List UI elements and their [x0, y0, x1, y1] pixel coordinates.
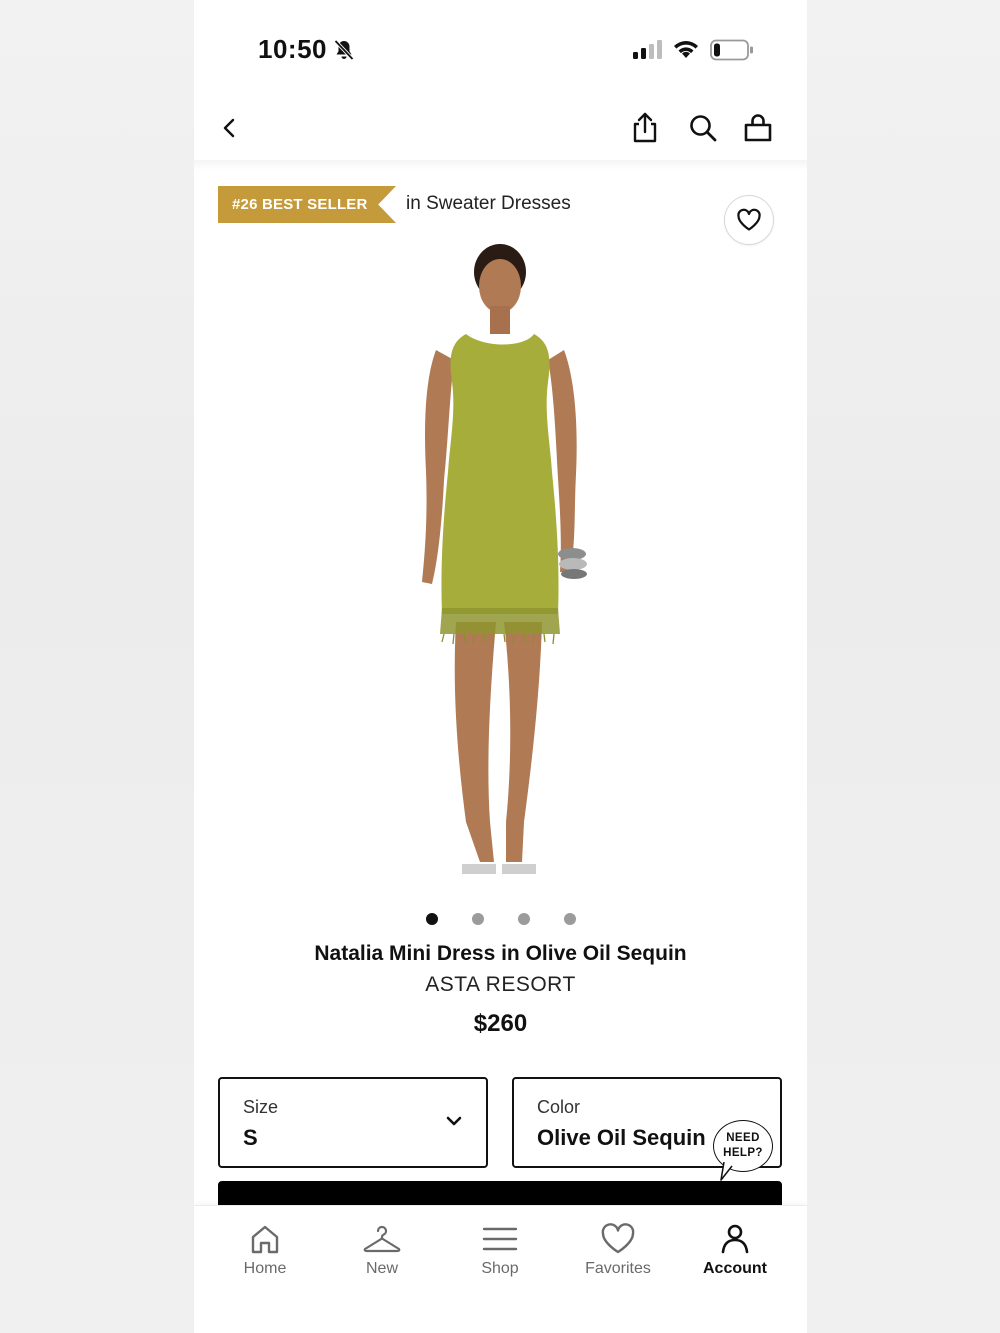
bell-muted-icon	[334, 39, 354, 61]
share-button[interactable]	[625, 108, 665, 148]
wifi-icon	[674, 41, 698, 58]
need-help-line2: HELP?	[723, 1147, 763, 1159]
bag-button[interactable]	[738, 108, 778, 148]
heart-icon	[737, 208, 761, 231]
image-carousel-dots	[426, 913, 576, 925]
size-selector[interactable]: Size S	[218, 1077, 488, 1168]
status-time: 10:50	[258, 34, 327, 64]
background-left	[0, 0, 194, 1333]
nav-divider	[194, 160, 807, 170]
color-label: Color	[537, 1097, 581, 1117]
back-button[interactable]	[210, 108, 250, 148]
tab-home-label: Home	[243, 1260, 287, 1277]
carousel-dot[interactable]	[472, 913, 484, 925]
product-image[interactable]	[344, 242, 654, 897]
speech-bubble-tail-icon	[720, 1162, 733, 1181]
tab-favorites-label: Favorites	[585, 1260, 651, 1277]
chevron-down-icon	[446, 1116, 462, 1126]
product-name: Natalia Mini Dress in Olive Oil Sequin	[314, 942, 687, 965]
phone-screen: 10:50 #26 BEST SELLER in Sweater Dresses…	[194, 0, 807, 1333]
tab-new[interactable]: New	[327, 1222, 437, 1278]
background-right	[807, 0, 1000, 1333]
product-price: $260	[473, 1010, 528, 1037]
tab-favorites[interactable]: Favorites	[563, 1222, 673, 1278]
carousel-dot[interactable]	[518, 913, 530, 925]
tab-shop[interactable]: Shop	[445, 1222, 555, 1278]
person-icon	[721, 1224, 749, 1254]
best-seller-badge: #26 BEST SELLER	[218, 186, 396, 223]
top-nav-bar	[194, 92, 807, 162]
product-brand[interactable]: ASTA RESORT	[194, 973, 807, 997]
hanger-icon	[363, 1225, 401, 1253]
search-icon	[690, 115, 717, 142]
carousel-dot[interactable]	[564, 913, 576, 925]
chevron-left-icon	[223, 118, 235, 138]
tab-home[interactable]: Home	[210, 1222, 320, 1278]
carousel-dot[interactable]	[426, 913, 438, 925]
cellular-signal-icon	[633, 40, 662, 59]
battery-icon	[710, 39, 753, 61]
menu-icon	[482, 1227, 518, 1251]
tab-account-label: Account	[703, 1260, 767, 1277]
bottom-tab-bar: Home New Shop Favorites Account	[194, 1205, 807, 1333]
size-label: Size	[243, 1097, 279, 1117]
tab-shop-label: Shop	[481, 1260, 519, 1277]
tab-account[interactable]: Account	[680, 1222, 790, 1278]
heart-icon	[601, 1223, 635, 1254]
home-icon	[251, 1225, 279, 1254]
tab-new-label: New	[365, 1260, 398, 1277]
add-to-favorites-button[interactable]	[724, 195, 774, 245]
best-seller-category[interactable]: in Sweater Dresses	[406, 193, 571, 215]
need-help-line1: NEED	[726, 1132, 760, 1144]
share-icon	[633, 112, 657, 143]
color-value: Olive Oil Sequin	[537, 1125, 706, 1150]
shopping-bag-icon	[744, 114, 772, 142]
search-button[interactable]	[683, 108, 723, 148]
size-value: S	[243, 1125, 258, 1150]
